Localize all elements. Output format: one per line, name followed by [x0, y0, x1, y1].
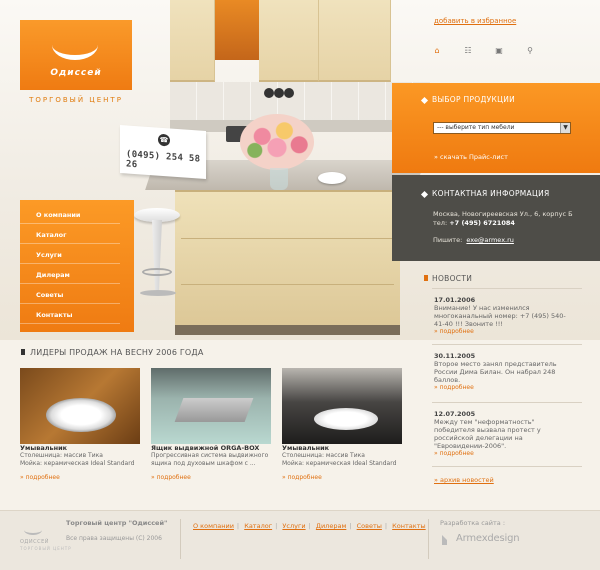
bullet-icon [420, 190, 429, 199]
news-text: Внимание! У нас изменился многоканальный… [434, 304, 566, 328]
footer-nav: О компании | Каталог | Услуги | Дилерам | Со… [193, 522, 426, 530]
leaders-title: Лидеры продаж на весну 2006 года [30, 348, 204, 357]
contact-panel-title: Контактная информация [432, 189, 550, 198]
product-desc: Прогрессивная система выдвижного ящика п… [151, 452, 269, 467]
archive-label: архив новостей [440, 476, 494, 484]
news-date: 17.01.2006 [434, 296, 476, 304]
product-more-link[interactable]: подробнее [151, 474, 191, 481]
news-text: Между тем "неформатность" победителя выз… [434, 418, 541, 450]
base-cabinet [175, 190, 400, 330]
footer-link-about[interactable]: О компании [193, 522, 234, 530]
product-panel-title: Выбор продукции [432, 95, 516, 104]
footer-link-tips[interactable]: Советы [357, 522, 382, 530]
pan-icon [284, 88, 294, 98]
footer-link-catalog[interactable]: Каталог [244, 522, 272, 530]
download-price-link[interactable]: » скачать Прайс-лист [434, 153, 508, 161]
footer-logo-sub: торговый центр [20, 546, 72, 551]
bullet-icon [420, 96, 429, 105]
logo-tagline: Торговый центр [29, 96, 123, 104]
contact-phone: +7 (495) 6721084 [449, 219, 515, 227]
news-more-link[interactable]: подробнее [434, 450, 574, 458]
pan-icon [264, 88, 274, 98]
product-title[interactable]: Ящик выдвижной ORGA-BOX [151, 444, 259, 452]
news-date: 12.07.2005 [434, 410, 476, 418]
news-more-link[interactable]: подробнее [434, 328, 574, 336]
upper-cabinet [170, 0, 215, 82]
footer-link-contacts[interactable]: Контакты [392, 522, 425, 530]
product-desc: Столешница: массив Тика Мойка: керамичес… [20, 452, 135, 467]
phone-card: ☎ (0495) 254 58 26 [120, 124, 206, 180]
bullet-icon [21, 349, 25, 355]
email-label: Пишите: [433, 236, 463, 244]
main-menu: О компании Каталог Услуги Дилерам Советы… [20, 200, 134, 332]
news-more-link[interactable]: подробнее [434, 384, 574, 392]
upper-cabinet [259, 0, 319, 82]
logo[interactable]: Одиссей [20, 20, 132, 90]
footer-logo-icon [24, 525, 42, 535]
contact-address: Москва, Новогиреевская Ул., 6, корпус Б [433, 210, 573, 218]
furniture-type-select[interactable]: --- выберите тип мебели ▼ [433, 122, 571, 134]
news-date: 30.11.2005 [434, 352, 476, 360]
coffee-cup [318, 172, 346, 184]
developer-label: Разработка сайта : [440, 519, 506, 527]
menu-item-services[interactable]: Услуги [20, 246, 120, 264]
sitemap-icon[interactable]: ☷ [463, 46, 473, 56]
footer-logo-text: одиссей [20, 539, 49, 545]
contact-email-line: Пишите: exe@armex.ru [433, 236, 514, 244]
flower-bouquet [240, 114, 314, 170]
bar-stool [134, 208, 180, 222]
logo-swoosh-icon [52, 30, 98, 60]
add-favorites-link[interactable]: добавить в избранное [434, 17, 516, 25]
product-image-sink-wood[interactable] [20, 368, 140, 444]
vase [270, 168, 288, 190]
product-image-sink-black[interactable] [282, 368, 402, 444]
upper-cabinet [319, 0, 391, 82]
bullet-icon [424, 275, 428, 281]
product-more-link[interactable]: подробнее [282, 474, 322, 481]
news-title: Новости [432, 274, 473, 283]
page: ☎ (0495) 254 58 26 Одиссей Торговый цент… [0, 0, 600, 570]
news-text: Второе место занял представитель России … [434, 360, 557, 384]
menu-item-about[interactable]: О компании [20, 206, 120, 224]
developer-name[interactable]: Armexdesign [456, 533, 520, 544]
menu-item-tips[interactable]: Советы [20, 286, 120, 304]
footer-link-services[interactable]: Услуги [282, 522, 305, 530]
logo-name: Одиссей [50, 68, 102, 78]
print-icon[interactable]: ▣ [494, 46, 504, 56]
armex-logo-icon [442, 535, 452, 545]
price-link-label: скачать Прайс-лист [440, 153, 508, 161]
chevron-down-icon[interactable]: ▼ [560, 123, 570, 133]
footer-company: Торговый центр "Одиссей" [66, 519, 168, 527]
search-icon[interactable]: ⚲ [525, 46, 535, 56]
product-image-drawer[interactable] [151, 368, 271, 444]
pan-icon [274, 88, 284, 98]
footer-copyright: Все права защищены (С) 2006 [66, 535, 162, 542]
menu-item-dealers[interactable]: Дилерам [20, 266, 120, 284]
menu-item-contacts[interactable]: Контакты [20, 306, 120, 324]
footer: одиссей торговый центр Торговый центр "О… [0, 510, 600, 570]
product-title[interactable]: Умывальник [282, 444, 329, 452]
contact-phone-label: тел: [433, 219, 448, 227]
news-archive-link[interactable]: » архив новостей [434, 476, 494, 484]
home-icon[interactable]: ⌂ [432, 46, 442, 56]
select-value: --- выберите тип мебели [437, 124, 515, 131]
email-link[interactable]: exe@armex.ru [466, 236, 514, 244]
product-more-link[interactable]: подробнее [20, 474, 60, 481]
cabinet-plinth [175, 325, 400, 335]
footer-link-dealers[interactable]: Дилерам [316, 522, 346, 530]
news-item: 12.07.2005 Между тем "неформатность" поб… [434, 410, 574, 458]
contact-info: Москва, Новогиреевская Ул., 6, корпус Б … [433, 210, 583, 228]
news-item: 30.11.2005 Второе место занял представит… [434, 352, 574, 392]
menu-item-catalog[interactable]: Каталог [20, 226, 120, 244]
news-item: 17.01.2006 Внимание! У нас изменился мно… [434, 296, 574, 336]
phone-number: (0495) 254 58 26 [126, 149, 201, 171]
phone-icon: ☎ [158, 133, 170, 147]
product-title[interactable]: Умывальник [20, 444, 67, 452]
product-desc: Столешница: массив Тика Мойка: керамичес… [282, 452, 397, 467]
upper-cabinet-orange [215, 0, 259, 60]
